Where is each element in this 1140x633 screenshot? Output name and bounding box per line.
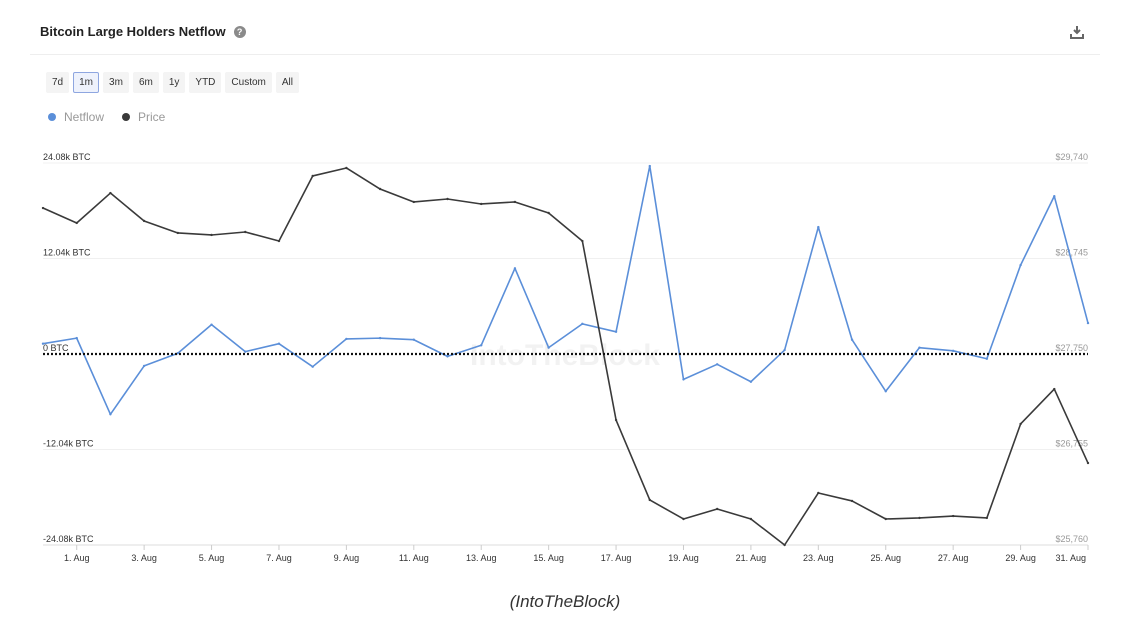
data-point-netflow: [513, 267, 517, 270]
data-point-netflow: [1053, 194, 1056, 198]
data-point-price: [1019, 422, 1022, 426]
x-tick-label: 15. Aug: [533, 553, 564, 563]
data-point-netflow: [210, 323, 213, 326]
data-point-netflow: [446, 355, 449, 358]
x-tick-label: 31. Aug: [1055, 553, 1086, 563]
data-point-netflow: [41, 342, 45, 345]
data-point-netflow: [277, 342, 281, 345]
data-point-price: [345, 166, 348, 170]
data-point-price: [850, 499, 854, 503]
data-point-price: [210, 233, 213, 237]
data-point-netflow: [951, 349, 955, 353]
data-point-price: [412, 200, 416, 204]
data-point-netflow: [345, 337, 348, 341]
data-point-netflow: [412, 338, 416, 341]
left-tick-label: 12.04k BTC: [43, 248, 91, 258]
data-point-netflow: [749, 380, 753, 383]
data-point-price: [715, 507, 719, 511]
x-tick-label: 19. Aug: [668, 553, 699, 563]
x-tick-label: 9. Aug: [334, 553, 360, 563]
data-point-netflow: [682, 378, 685, 381]
data-point-price: [480, 202, 483, 206]
watermark: IntoTheBlock: [470, 339, 660, 372]
data-point-price: [581, 239, 584, 243]
x-tick-label: 23. Aug: [803, 553, 834, 563]
x-tick-label: 29. Aug: [1005, 553, 1036, 563]
data-point-price: [1086, 461, 1090, 465]
chart-card: Bitcoin Large Holders Netflow? 7d 1m 3m 6m 1…: [0, 0, 1140, 633]
left-tick-label: 0 BTC: [43, 343, 69, 353]
left-tick-label: -12.04k BTC: [43, 439, 94, 449]
data-point-price: [951, 514, 955, 518]
data-point-netflow: [648, 164, 651, 168]
x-tick-label: 3. Aug: [131, 553, 157, 563]
source-caption: (IntoTheBlock): [509, 592, 621, 611]
data-point-price: [109, 191, 112, 195]
data-point-netflow: [1019, 263, 1022, 267]
x-tick-label: 7. Aug: [266, 553, 292, 563]
data-point-netflow: [142, 364, 146, 368]
data-point-netflow: [244, 350, 247, 353]
data-point-netflow: [985, 357, 989, 360]
x-tick-label: 25. Aug: [870, 553, 901, 563]
data-point-price: [682, 517, 685, 521]
chart-plot: 24.08k BTC $29,740 12.04k BTC $28,745 0 BTC $…: [41, 152, 1090, 563]
data-point-netflow: [1086, 321, 1090, 325]
data-point-price: [985, 516, 989, 520]
data-point-netflow: [109, 413, 112, 416]
right-tick-label: $28,745: [1055, 248, 1088, 258]
x-tick-label: 5. Aug: [199, 553, 225, 563]
data-point-price: [918, 516, 921, 520]
left-tick-label: -24.08k BTC: [43, 534, 94, 544]
data-point-netflow: [715, 363, 719, 366]
data-point-netflow: [614, 330, 618, 333]
left-tick-label: 24.08k BTC: [43, 152, 91, 162]
data-point-netflow: [581, 322, 584, 326]
series-line-netflow: [42, 165, 1089, 416]
x-tick-label: 27. Aug: [938, 553, 969, 563]
data-point-netflow: [311, 365, 314, 368]
x-tick-label: 11. Aug: [399, 553, 429, 563]
data-point-netflow: [817, 225, 820, 229]
data-point-price: [244, 230, 247, 234]
x-tick-label: 21. Aug: [736, 553, 767, 563]
data-point-price: [41, 206, 45, 210]
data-point-price: [277, 239, 281, 243]
data-point-netflow: [850, 338, 854, 341]
data-point-price: [783, 543, 786, 547]
right-tick-label: $26,755: [1055, 439, 1088, 449]
data-point-price: [614, 418, 618, 422]
data-point-price: [749, 517, 753, 521]
data-point-netflow: [547, 346, 550, 349]
data-point-price: [142, 219, 146, 223]
data-point-price: [1053, 387, 1056, 391]
data-point-price: [513, 200, 517, 204]
data-point-netflow: [378, 336, 382, 340]
data-point-price: [378, 187, 382, 191]
data-point-netflow: [75, 336, 78, 340]
data-point-price: [884, 517, 887, 521]
data-point-price: [817, 491, 820, 495]
data-point-netflow: [783, 348, 786, 352]
data-point-price: [547, 211, 550, 215]
right-tick-label: $25,760: [1055, 534, 1088, 544]
x-tick-label: 1. Aug: [64, 553, 90, 563]
data-point-price: [648, 498, 651, 502]
right-tick-label: $27,750: [1055, 343, 1088, 353]
right-tick-label: $29,740: [1055, 152, 1088, 162]
data-point-netflow: [480, 344, 483, 347]
data-point-netflow: [884, 390, 887, 393]
x-tick-label: 13. Aug: [466, 553, 497, 563]
data-point-price: [446, 197, 449, 201]
data-point-price: [176, 231, 180, 235]
data-point-price: [75, 221, 78, 225]
x-tick-label: 17. Aug: [601, 553, 632, 563]
data-point-netflow: [918, 346, 921, 349]
data-point-price: [311, 174, 314, 178]
